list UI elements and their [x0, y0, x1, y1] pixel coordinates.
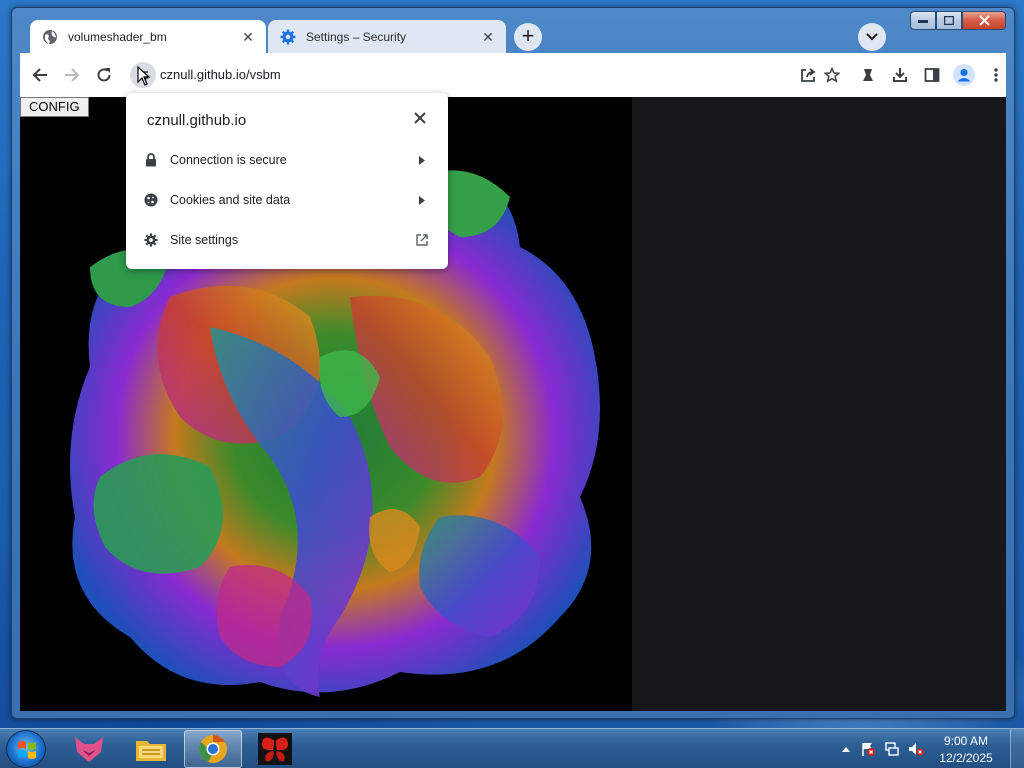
forward-button[interactable] — [56, 59, 88, 91]
row-label: Connection is secure — [170, 153, 287, 167]
chevron-right-icon — [414, 192, 430, 208]
chevron-up-icon — [842, 747, 850, 752]
tab-close-button[interactable]: ✕ — [240, 29, 256, 45]
globe-icon — [43, 29, 57, 44]
address-bar[interactable]: cznull.github.io/vsbm — [128, 59, 788, 91]
fox-app-icon — [75, 737, 103, 762]
tab-settings-security[interactable]: Settings – Security ✕ — [268, 20, 506, 53]
tab-close-button[interactable]: ✕ — [480, 29, 496, 45]
share-icon — [801, 68, 816, 82]
chrome-canary-icon — [199, 735, 227, 763]
action-center-icon[interactable] — [860, 741, 876, 757]
row-label: Cookies and site data — [170, 193, 291, 207]
start-button[interactable] — [6, 730, 46, 768]
chevron-down-icon — [866, 33, 878, 41]
network-icon[interactable] — [884, 741, 900, 757]
taskbar: 9:00 AM 12/2/2025 — [0, 728, 1024, 768]
file-explorer-icon — [136, 741, 166, 761]
row-label: Site settings — [170, 233, 239, 247]
popup-title: cznull.github.io — [147, 112, 247, 129]
url-text: cznull.github.io/vsbm — [160, 67, 281, 82]
arrow-right-icon — [65, 68, 80, 82]
tab-search-button[interactable] — [858, 23, 886, 51]
taskbar-file-explorer[interactable] — [122, 730, 180, 768]
config-button[interactable]: CONFIG — [20, 97, 89, 117]
taskbar-fox-app[interactable] — [60, 730, 118, 768]
site-settings-row[interactable]: Site settings — [126, 220, 448, 260]
system-tray: 9:00 AM 12/2/2025 — [834, 729, 1024, 768]
windows-logo-icon — [18, 741, 36, 759]
taskbar-butterfly-app[interactable] — [246, 730, 304, 768]
chevron-right-icon — [414, 152, 430, 168]
reload-button[interactable] — [88, 59, 120, 91]
close-icon — [414, 112, 426, 124]
side-panel-icon — [924, 68, 940, 82]
external-link-icon — [414, 232, 430, 248]
connection-secure-row[interactable]: Connection is secure — [126, 140, 448, 180]
reload-icon — [97, 68, 111, 82]
menu-button[interactable] — [980, 59, 1012, 91]
arrow-left-icon — [32, 68, 47, 82]
cookie-icon — [143, 192, 159, 208]
more-vert-icon — [994, 68, 998, 82]
clock-date[interactable]: 12/2/2025 — [936, 751, 996, 765]
flask-icon — [863, 69, 873, 81]
butterfly-app-icon — [258, 733, 292, 765]
site-info-popup: cznull.github.io Connection is secure Co… — [126, 93, 448, 269]
volume-muted-icon[interactable] — [908, 741, 924, 757]
popup-close-button[interactable] — [410, 110, 430, 130]
mouse-pointer-icon — [137, 65, 151, 91]
cookies-site-data-row[interactable]: Cookies and site data — [126, 180, 448, 220]
back-button[interactable] — [24, 59, 56, 91]
star-icon — [824, 67, 840, 83]
tab-title: Settings – Security — [306, 29, 407, 44]
tab-title: volumeshader_bm — [68, 29, 167, 44]
lock-icon — [143, 152, 159, 168]
gear-icon — [280, 29, 296, 44]
side-panel-button[interactable] — [916, 59, 948, 91]
profile-button[interactable] — [948, 59, 980, 91]
show-desktop-button[interactable] — [1010, 729, 1024, 768]
taskbar-chrome-canary[interactable] — [184, 730, 242, 768]
downloads-button[interactable] — [884, 59, 916, 91]
labs-button[interactable] — [852, 59, 884, 91]
avatar-icon — [953, 64, 975, 86]
new-tab-button[interactable]: + — [514, 23, 542, 51]
clock-time[interactable]: 9:00 AM — [936, 734, 996, 748]
show-hidden-icons-button[interactable] — [838, 741, 854, 757]
download-icon — [893, 68, 907, 82]
bookmark-button[interactable] — [816, 59, 848, 91]
browser-toolbar: cznull.github.io/vsbm — [20, 53, 1006, 97]
tab-volumeshader[interactable]: volumeshader_bm ✕ — [30, 20, 266, 53]
gear-icon — [143, 232, 159, 248]
tab-strip: volumeshader_bm ✕ Settings – Security ✕ … — [20, 20, 1010, 53]
page-side-panel — [632, 97, 1006, 711]
